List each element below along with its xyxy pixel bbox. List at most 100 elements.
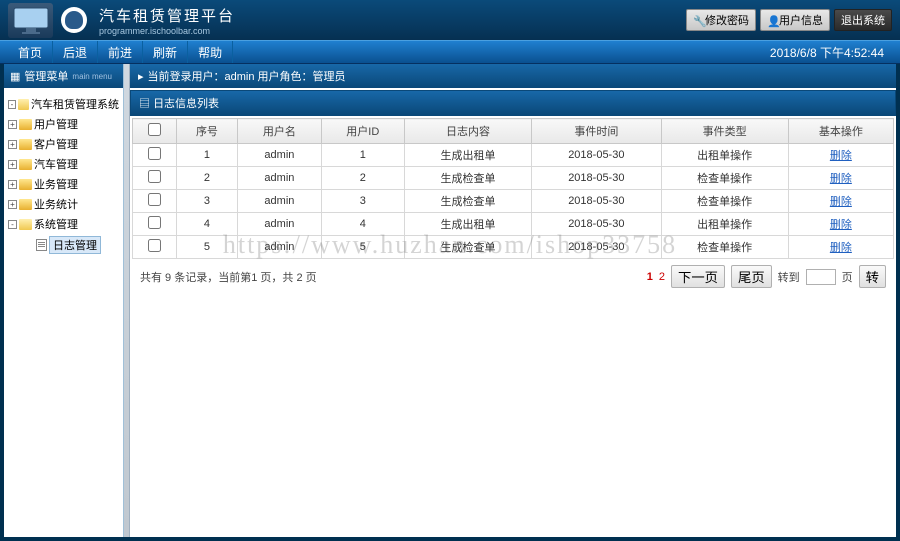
main-panel: ▸ 当前登录用户：admin 用户角色：管理员 ▤ 日志信息列表 序号用户名用户… <box>130 64 896 537</box>
cell-uid: 3 <box>321 190 404 213</box>
col-header-3: 用户ID <box>321 119 404 144</box>
content-area: ▦ 管理菜单 main menu - 汽车租赁管理系统 + 用户管理 + 客户管理 + 汽车管… <box>0 64 900 541</box>
page-icon <box>36 239 47 251</box>
tree-label: 汽车管理 <box>34 156 78 172</box>
nav-back[interactable]: 后退 <box>53 41 98 63</box>
tree-label: 日志管理 <box>49 236 101 254</box>
delete-link[interactable]: 删除 <box>830 196 852 208</box>
delete-link[interactable]: 删除 <box>830 150 852 162</box>
tree-label: 业务管理 <box>34 176 78 192</box>
nav-home[interactable]: 首页 <box>8 41 53 63</box>
tree-label: 用户管理 <box>34 116 78 132</box>
app-header: 汽车租赁管理平台 programmer.ischoolbar.com 🔧修改密码… <box>0 0 900 40</box>
delete-link[interactable]: 删除 <box>830 219 852 231</box>
cell-uname: admin <box>238 144 321 167</box>
user-info-button[interactable]: 👤用户信息 <box>760 9 830 31</box>
page-2[interactable]: 2 <box>659 271 665 283</box>
table-row: 3admin3生成检查单2018-05-30检查单操作删除 <box>133 190 894 213</box>
cell-seq: 3 <box>176 190 238 213</box>
goto-page-input[interactable] <box>806 269 836 285</box>
tree-item-1[interactable]: + 用户管理 <box>8 114 119 134</box>
pagination: 共有 9 条记录，当前第1 页，共 2 页 1 2 下一页 尾页 转到 页 转 <box>132 259 894 294</box>
folder-icon <box>18 99 29 110</box>
tree-item-7[interactable]: 日志管理 <box>8 234 119 256</box>
cell-type: 出租单操作 <box>661 144 788 167</box>
expander-icon[interactable]: - <box>8 220 17 229</box>
row-checkbox[interactable] <box>148 147 161 160</box>
cell-time: 2018-05-30 <box>532 236 662 259</box>
row-checkbox[interactable] <box>148 170 161 183</box>
expander-icon[interactable]: + <box>8 160 17 169</box>
cell-uid: 2 <box>321 167 404 190</box>
cell-uid: 5 <box>321 236 404 259</box>
cell-seq: 1 <box>176 144 238 167</box>
next-page-button[interactable]: 下一页 <box>671 265 725 288</box>
sidebar-header: ▦ 管理菜单 main menu <box>4 64 123 88</box>
col-header-0 <box>133 119 177 144</box>
logout-button[interactable]: 退出系统 <box>834 9 892 31</box>
col-header-7: 基本操作 <box>788 119 893 144</box>
select-all-checkbox[interactable] <box>148 123 161 136</box>
breadcrumb: ▸ 当前登录用户：admin 用户角色：管理员 <box>130 64 896 88</box>
row-checkbox[interactable] <box>148 216 161 229</box>
cell-uname: admin <box>238 236 321 259</box>
col-header-1: 序号 <box>176 119 238 144</box>
cell-time: 2018-05-30 <box>532 190 662 213</box>
nav-forward[interactable]: 前进 <box>98 41 143 63</box>
cell-time: 2018-05-30 <box>532 144 662 167</box>
expander-icon[interactable]: + <box>8 120 17 129</box>
cell-content: 生成出租单 <box>404 213 531 236</box>
cell-seq: 4 <box>176 213 238 236</box>
delete-link[interactable]: 删除 <box>830 242 852 254</box>
goto-prefix: 转到 <box>778 269 800 285</box>
last-page-button[interactable]: 尾页 <box>731 265 772 288</box>
folder-icon <box>19 219 32 230</box>
delete-link[interactable]: 删除 <box>830 173 852 185</box>
nav-refresh[interactable]: 刷新 <box>143 41 188 63</box>
expander-icon[interactable]: + <box>8 200 17 209</box>
cell-type: 检查单操作 <box>661 167 788 190</box>
tree-item-2[interactable]: + 客户管理 <box>8 134 119 154</box>
goto-button[interactable]: 转 <box>859 265 886 288</box>
folder-icon <box>19 159 32 170</box>
table-row: 2admin2生成检查单2018-05-30检查单操作删除 <box>133 167 894 190</box>
tree-label: 客户管理 <box>34 136 78 152</box>
cell-type: 检查单操作 <box>661 190 788 213</box>
nav-help[interactable]: 帮助 <box>188 41 233 63</box>
folder-icon <box>19 119 32 130</box>
grid-icon: ▦ <box>10 70 20 83</box>
cell-content: 生成检查单 <box>404 190 531 213</box>
cell-uname: admin <box>238 167 321 190</box>
navbar: 首页 后退 前进 刷新 帮助 2018/6/8 下午4:52:44 <box>0 40 900 64</box>
tree-label: 系统管理 <box>34 216 78 232</box>
col-header-2: 用户名 <box>238 119 321 144</box>
cell-seq: 5 <box>176 236 238 259</box>
nav-datetime: 2018/6/8 下午4:52:44 <box>770 44 892 61</box>
title-block: 汽车租赁管理平台 programmer.ischoolbar.com <box>99 5 235 36</box>
col-header-6: 事件类型 <box>661 119 788 144</box>
goto-suffix: 页 <box>842 269 853 285</box>
cell-uid: 4 <box>321 213 404 236</box>
row-checkbox[interactable] <box>148 193 161 206</box>
cell-uid: 1 <box>321 144 404 167</box>
app-title: 汽车租赁管理平台 <box>99 5 235 26</box>
expander-icon[interactable]: - <box>8 100 16 109</box>
wrench-icon: 🔧 <box>693 15 703 25</box>
expander-icon[interactable]: + <box>8 180 17 189</box>
panel-title: ▤ 日志信息列表 <box>130 90 896 116</box>
tree-item-3[interactable]: + 汽车管理 <box>8 154 119 174</box>
page-1[interactable]: 1 <box>647 271 653 283</box>
tree-item-5[interactable]: +业务统计 <box>8 194 119 214</box>
folder-icon <box>19 199 32 210</box>
log-table: 序号用户名用户ID日志内容事件时间事件类型基本操作 1admin1生成出租单20… <box>132 118 894 259</box>
table-row: 5admin5生成检查单2018-05-30检查单操作删除 <box>133 236 894 259</box>
cell-content: 生成检查单 <box>404 167 531 190</box>
expander-icon[interactable]: + <box>8 140 17 149</box>
tree-item-6[interactable]: - 系统管理 <box>8 214 119 234</box>
change-password-button[interactable]: 🔧修改密码 <box>686 9 756 31</box>
tree-item-4[interactable]: + 业务管理 <box>8 174 119 194</box>
row-checkbox[interactable] <box>148 239 161 252</box>
tree-item-0[interactable]: - 汽车租赁管理系统 <box>8 94 119 114</box>
monitor-icon <box>8 3 53 38</box>
tree-label: 汽车租赁管理系统 <box>31 96 119 112</box>
